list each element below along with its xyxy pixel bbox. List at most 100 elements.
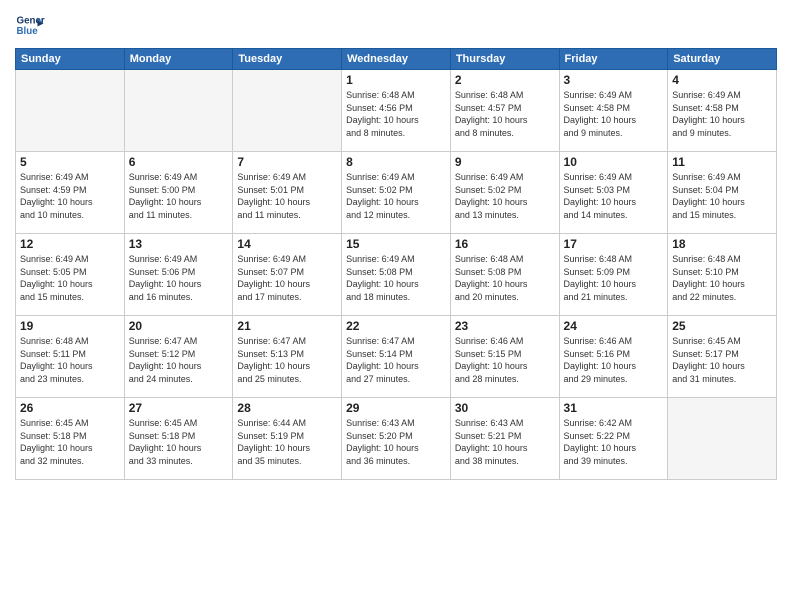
calendar-day-cell: 3Sunrise: 6:49 AMSunset: 4:58 PMDaylight…: [559, 70, 668, 152]
calendar-week-row-5: 26 Sunrise: 6:45 AMSunset: 5:18 PMDayligh…: [16, 398, 777, 480]
day-number: 24: [564, 319, 664, 333]
day-number: 18: [672, 237, 772, 251]
calendar-day-cell: 30Sunrise: 6:43 AMSunset: 5:21 PMDayligh…: [450, 398, 559, 480]
calendar-header-row: SundayMondayTuesdayWednesdayThursdayFrid…: [16, 49, 777, 70]
calendar-day-cell: 17Sunrise: 6:48 AMSunset: 5:09 PMDayligh…: [559, 234, 668, 316]
day-info: Sunrise: 6:49 AMSunset: 5:01 PMDaylight:…: [237, 171, 337, 221]
calendar-day-cell: [233, 70, 342, 152]
calendar-day-cell: [16, 70, 125, 152]
day-info: Sunrise: 6:48 AMSunset: 5:08 PMDaylight:…: [455, 253, 555, 303]
calendar-day-cell: 6Sunrise: 6:49 AMSunset: 5:00 PMDaylight…: [124, 152, 233, 234]
calendar-day-cell: 2 Sunrise: 6:48 AMSunset: 4:57 PMDaylight…: [450, 70, 559, 152]
calendar-day-cell: 15Sunrise: 6:49 AMSunset: 5:08 PMDayligh…: [342, 234, 451, 316]
day-info: Sunrise: 6:49 AMSunset: 4:58 PMDaylight:…: [564, 89, 664, 139]
day-info: Sunrise: 6:49 AMSunset: 4:59 PMDaylight:…: [20, 171, 120, 221]
day-info: Sunrise: 6:42 AMSunset: 5:22 PMDaylight:…: [564, 417, 664, 467]
day-info: Sunrise: 6:48 AMSunset: 5:10 PMDaylight:…: [672, 253, 772, 303]
calendar-day-cell: 1 Sunrise: 6:48 AMSunset: 4:56 PMDaylight…: [342, 70, 451, 152]
calendar-day-cell: 14 Sunrise: 6:49 AMSunset: 5:07 PMDayligh…: [233, 234, 342, 316]
day-number: 12: [20, 237, 120, 251]
calendar-day-cell: 12 Sunrise: 6:49 AMSunset: 5:05 PMDayligh…: [16, 234, 125, 316]
day-info: Sunrise: 6:47 AMSunset: 5:12 PMDaylight:…: [129, 335, 229, 385]
day-info: Sunrise: 6:49 AMSunset: 5:02 PMDaylight:…: [455, 171, 555, 221]
calendar-day-cell: 19 Sunrise: 6:48 AMSunset: 5:11 PMDayligh…: [16, 316, 125, 398]
calendar-day-cell: 9 Sunrise: 6:49 AMSunset: 5:02 PMDaylight…: [450, 152, 559, 234]
day-info: Sunrise: 6:46 AMSunset: 5:15 PMDaylight:…: [455, 335, 555, 385]
day-number: 21: [237, 319, 337, 333]
day-info: Sunrise: 6:49 AMSunset: 5:04 PMDaylight:…: [672, 171, 772, 221]
calendar-day-cell: 4Sunrise: 6:49 AMSunset: 4:58 PMDaylight…: [668, 70, 777, 152]
calendar-day-cell: 31 Sunrise: 6:42 AMSunset: 5:22 PMDayligh…: [559, 398, 668, 480]
calendar-week-row-3: 12 Sunrise: 6:49 AMSunset: 5:05 PMDayligh…: [16, 234, 777, 316]
day-number: 19: [20, 319, 120, 333]
day-info: Sunrise: 6:45 AMSunset: 5:18 PMDaylight:…: [20, 417, 120, 467]
day-info: Sunrise: 6:44 AMSunset: 5:19 PMDaylight:…: [237, 417, 337, 467]
day-info: Sunrise: 6:49 AMSunset: 5:07 PMDaylight:…: [237, 253, 337, 303]
calendar-day-cell: 26 Sunrise: 6:45 AMSunset: 5:18 PMDayligh…: [16, 398, 125, 480]
calendar-day-cell: 11 Sunrise: 6:49 AMSunset: 5:04 PMDayligh…: [668, 152, 777, 234]
calendar-week-row-1: 1 Sunrise: 6:48 AMSunset: 4:56 PMDaylight…: [16, 70, 777, 152]
day-info: Sunrise: 6:47 AMSunset: 5:13 PMDaylight:…: [237, 335, 337, 385]
day-number: 16: [455, 237, 555, 251]
calendar-day-cell: 5 Sunrise: 6:49 AMSunset: 4:59 PMDaylight…: [16, 152, 125, 234]
day-number: 4: [672, 73, 772, 87]
day-number: 28: [237, 401, 337, 415]
day-number: 29: [346, 401, 446, 415]
logo-icon: General Blue: [15, 10, 45, 40]
calendar-day-cell: 16 Sunrise: 6:48 AMSunset: 5:08 PMDayligh…: [450, 234, 559, 316]
calendar-day-cell: [124, 70, 233, 152]
page: General Blue SundayMondayTuesdayWednesda…: [0, 0, 792, 612]
calendar-week-row-2: 5 Sunrise: 6:49 AMSunset: 4:59 PMDaylight…: [16, 152, 777, 234]
day-number: 25: [672, 319, 772, 333]
calendar-table: SundayMondayTuesdayWednesdayThursdayFrid…: [15, 48, 777, 480]
day-number: 26: [20, 401, 120, 415]
header: General Blue: [15, 10, 777, 40]
day-number: 15: [346, 237, 446, 251]
day-number: 31: [564, 401, 664, 415]
calendar-day-cell: 23Sunrise: 6:46 AMSunset: 5:15 PMDayligh…: [450, 316, 559, 398]
calendar-week-row-4: 19 Sunrise: 6:48 AMSunset: 5:11 PMDayligh…: [16, 316, 777, 398]
day-info: Sunrise: 6:46 AMSunset: 5:16 PMDaylight:…: [564, 335, 664, 385]
day-number: 14: [237, 237, 337, 251]
day-number: 9: [455, 155, 555, 169]
day-info: Sunrise: 6:49 AMSunset: 5:06 PMDaylight:…: [129, 253, 229, 303]
day-number: 7: [237, 155, 337, 169]
day-info: Sunrise: 6:48 AMSunset: 5:11 PMDaylight:…: [20, 335, 120, 385]
day-info: Sunrise: 6:43 AMSunset: 5:21 PMDaylight:…: [455, 417, 555, 467]
day-info: Sunrise: 6:48 AMSunset: 4:57 PMDaylight:…: [455, 89, 555, 139]
day-number: 2: [455, 73, 555, 87]
calendar-day-cell: 7 Sunrise: 6:49 AMSunset: 5:01 PMDaylight…: [233, 152, 342, 234]
calendar-day-cell: 21 Sunrise: 6:47 AMSunset: 5:13 PMDayligh…: [233, 316, 342, 398]
day-info: Sunrise: 6:45 AMSunset: 5:17 PMDaylight:…: [672, 335, 772, 385]
weekday-header-sunday: Sunday: [16, 49, 125, 70]
day-info: Sunrise: 6:43 AMSunset: 5:20 PMDaylight:…: [346, 417, 446, 467]
calendar-day-cell: 20 Sunrise: 6:47 AMSunset: 5:12 PMDayligh…: [124, 316, 233, 398]
day-info: Sunrise: 6:49 AMSunset: 5:05 PMDaylight:…: [20, 253, 120, 303]
day-number: 5: [20, 155, 120, 169]
day-number: 20: [129, 319, 229, 333]
calendar-day-cell: 28 Sunrise: 6:44 AMSunset: 5:19 PMDayligh…: [233, 398, 342, 480]
calendar-day-cell: 18 Sunrise: 6:48 AMSunset: 5:10 PMDayligh…: [668, 234, 777, 316]
calendar-day-cell: 22Sunrise: 6:47 AMSunset: 5:14 PMDayligh…: [342, 316, 451, 398]
day-info: Sunrise: 6:48 AMSunset: 5:09 PMDaylight:…: [564, 253, 664, 303]
svg-text:Blue: Blue: [17, 26, 39, 37]
day-number: 11: [672, 155, 772, 169]
calendar-day-cell: 10 Sunrise: 6:49 AMSunset: 5:03 PMDayligh…: [559, 152, 668, 234]
weekday-header-saturday: Saturday: [668, 49, 777, 70]
day-number: 1: [346, 73, 446, 87]
day-number: 10: [564, 155, 664, 169]
day-number: 6: [129, 155, 229, 169]
logo: General Blue: [15, 10, 49, 40]
day-number: 27: [129, 401, 229, 415]
day-number: 22: [346, 319, 446, 333]
day-info: Sunrise: 6:45 AMSunset: 5:18 PMDaylight:…: [129, 417, 229, 467]
weekday-header-thursday: Thursday: [450, 49, 559, 70]
weekday-header-monday: Monday: [124, 49, 233, 70]
day-info: Sunrise: 6:48 AMSunset: 4:56 PMDaylight:…: [346, 89, 446, 139]
calendar-day-cell: 25 Sunrise: 6:45 AMSunset: 5:17 PMDayligh…: [668, 316, 777, 398]
day-number: 13: [129, 237, 229, 251]
day-number: 8: [346, 155, 446, 169]
day-info: Sunrise: 6:49 AMSunset: 5:02 PMDaylight:…: [346, 171, 446, 221]
day-info: Sunrise: 6:49 AMSunset: 5:03 PMDaylight:…: [564, 171, 664, 221]
calendar-day-cell: 8 Sunrise: 6:49 AMSunset: 5:02 PMDaylight…: [342, 152, 451, 234]
